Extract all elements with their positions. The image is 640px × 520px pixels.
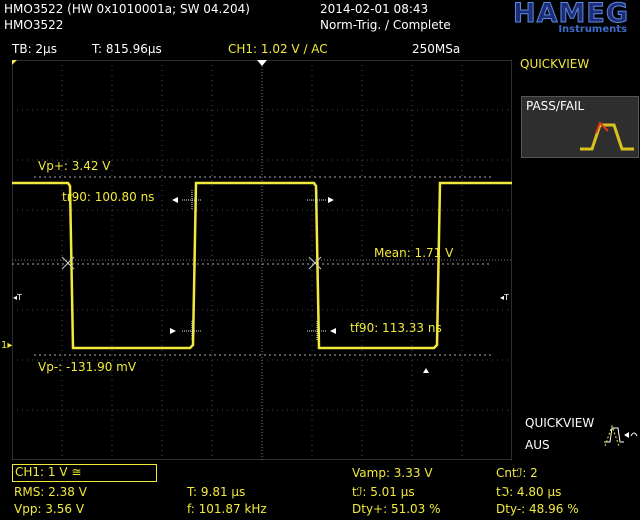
trigger-level-left[interactable]: ◂T (13, 293, 22, 302)
graticule (12, 60, 512, 460)
vp-minus-label: Vp-: -131.90 mV (38, 360, 137, 374)
pass-fail-button[interactable]: PASS/FAIL (521, 96, 639, 158)
ch1-scale: CH1: 1 V ≅ (15, 465, 82, 479)
logo-sub: Instruments (558, 24, 627, 35)
vamp-value: Vamp: 3.33 V (352, 466, 433, 480)
period-value: T: 9.81 µs (187, 485, 246, 499)
ch1-scale-box[interactable]: CH1: 1 V ≅ (12, 464, 157, 482)
pass-fail-icon (580, 121, 634, 151)
hameg-logo: HAMEG Instruments (437, 0, 633, 37)
sample-rate: 250MSa (412, 42, 461, 56)
duty-minus-value: Dty-: 48.96 % (496, 502, 579, 516)
rise-pulse-width: tℐ: 5.01 µs (352, 485, 415, 499)
trigger-time[interactable]: T: 815.96µs (92, 42, 162, 56)
vp-plus-label: Vp+: 3.42 V (38, 159, 111, 173)
trigger-status: Norm-Trig. / Complete (320, 18, 451, 32)
frequency-value: f: 101.87 kHz (187, 502, 267, 516)
rms-value: RMS: 2.38 V (14, 485, 87, 499)
datetime: 2014-02-01 08:43 (320, 2, 429, 16)
tr90-label: tr90: 100.80 ns (62, 190, 155, 204)
quickview-title[interactable]: QUICKVIEW (520, 57, 589, 71)
trigger-level-right[interactable]: ◂T (500, 293, 509, 302)
device-info: HMO3522 (HW 0x1010001a; SW 04.204) (4, 2, 250, 16)
quickview-pulse-icon (604, 424, 638, 447)
quickview-bottom[interactable]: QUICKVIEW (525, 416, 594, 430)
device-name: HMO3522 (4, 18, 64, 32)
ch1-ground-marker[interactable]: 1▸ (1, 340, 12, 351)
channel-settings[interactable]: CH1: 1.02 V ∕ AC (228, 42, 328, 56)
mean-label: Mean: 1.71 V (374, 246, 454, 260)
aus-label[interactable]: AUS (525, 438, 550, 452)
vpp-value: Vpp: 3.56 V (14, 502, 85, 516)
tf90-label: tf90: 113.33 ns (350, 321, 442, 335)
count-value: Cntℐ: 2 (496, 466, 538, 480)
fall-pulse-width: tℑ: 4.80 µs (496, 485, 562, 499)
duty-plus-value: Dty+: 51.03 % (352, 502, 441, 516)
timebase[interactable]: TB: 2µs (12, 42, 57, 56)
pass-fail-label: PASS/FAIL (526, 99, 585, 113)
